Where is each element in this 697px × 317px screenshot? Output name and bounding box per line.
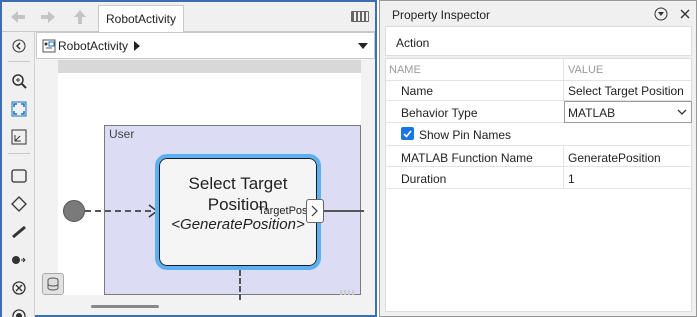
- keyboard-icon[interactable]: [351, 11, 369, 22]
- activity-editor: RobotActivity RobotActivity User Select …: [0, 0, 377, 317]
- section-label: Action: [396, 36, 430, 50]
- show-pin-names-checkbox[interactable]: [401, 127, 414, 140]
- breadcrumb[interactable]: RobotActivity: [36, 32, 375, 59]
- flow-final-node-icon[interactable]: [9, 306, 29, 317]
- checkmark-icon: [403, 129, 412, 138]
- property-value-function[interactable]: GeneratePosition: [568, 151, 661, 165]
- back-arrow-icon[interactable]: [8, 8, 28, 26]
- diagram-canvas[interactable]: User Select Target Position <GeneratePos…: [36, 60, 375, 315]
- breadcrumb-chevron-icon[interactable]: [134, 41, 140, 51]
- breadcrumb-label[interactable]: RobotActivity: [58, 39, 128, 53]
- horizontal-scrollbar[interactable]: [91, 305, 159, 308]
- property-name: Behavior Type: [401, 106, 478, 120]
- zoom-in-icon[interactable]: [9, 71, 29, 91]
- chevron-down-icon[interactable]: [358, 43, 368, 49]
- toolbar-divider: [8, 153, 30, 154]
- navigate-up-icon[interactable]: [9, 127, 29, 147]
- column-divider: [563, 167, 564, 189]
- checkbox-label: Show Pin Names: [419, 128, 512, 142]
- property-row-show-pin-names: Show Pin Names: [386, 123, 691, 145]
- initial-node[interactable]: [63, 200, 85, 222]
- control-flow-line[interactable]: [85, 210, 151, 212]
- col-header-value: VALUE: [568, 64, 604, 76]
- col-header-name: NAME: [389, 64, 421, 76]
- property-name: Name: [401, 84, 434, 98]
- database-icon[interactable]: [42, 273, 64, 295]
- close-icon[interactable]: [678, 7, 692, 21]
- chevron-down-icon: [677, 109, 687, 115]
- chevron-right-icon: [311, 205, 318, 217]
- swimlane-label: User: [109, 127, 135, 141]
- property-value-duration[interactable]: 1: [568, 172, 575, 186]
- control-flow-line-down[interactable]: [239, 270, 241, 300]
- column-divider: [563, 146, 564, 168]
- menu-dropdown-icon[interactable]: [654, 7, 668, 21]
- output-pin[interactable]: [306, 199, 324, 223]
- column-divider: [563, 79, 564, 101]
- property-name: Duration: [401, 172, 447, 186]
- property-inspector: Property Inspector Action NAME VALUE Nam…: [379, 0, 697, 317]
- up-arrow-icon[interactable]: [70, 8, 90, 26]
- object-flow-line[interactable]: [324, 210, 364, 212]
- property-value-name[interactable]: Select Target Position: [568, 84, 684, 98]
- tab-robotactivity[interactable]: RobotActivity: [98, 5, 184, 32]
- initial-node-icon[interactable]: [9, 250, 29, 270]
- forward-arrow-icon[interactable]: [38, 8, 58, 26]
- fork-join-icon[interactable]: [9, 222, 29, 242]
- palette-toolbar: [2, 32, 35, 317]
- behavior-type-select[interactable]: MATLAB: [564, 101, 692, 123]
- activity-diagram-icon: [42, 39, 56, 53]
- property-row-function-name: MATLAB Function Name GeneratePosition: [386, 145, 691, 168]
- property-grid: NAME VALUE Name Select Target Position B…: [385, 58, 692, 312]
- action-function: <GeneratePosition>: [171, 216, 305, 233]
- final-node-icon[interactable]: [9, 278, 29, 298]
- decision-node-icon[interactable]: [9, 194, 29, 214]
- property-row-name: Name Select Target Position: [386, 79, 691, 101]
- inspector-title: Property Inspector: [392, 8, 491, 22]
- property-row-behavior-type: Behavior Type MATLAB: [386, 101, 692, 123]
- toolbar-divider: [8, 61, 30, 62]
- hide-browser-icon[interactable]: [9, 36, 29, 56]
- column-divider: [563, 59, 564, 81]
- fit-view-icon[interactable]: [9, 99, 29, 119]
- editor-tab-bar: RobotActivity: [2, 2, 375, 32]
- grid-header-row: NAME VALUE: [386, 59, 691, 81]
- property-name: MATLAB Function Name: [401, 151, 533, 165]
- property-row-duration: Duration 1: [386, 167, 691, 189]
- canvas-header-strip: [58, 60, 361, 73]
- resize-grip[interactable]: [340, 290, 356, 295]
- section-header-action[interactable]: Action: [385, 26, 692, 56]
- action-node-icon[interactable]: [9, 166, 29, 186]
- select-value: MATLAB: [568, 106, 616, 120]
- pin-label: TargetPos: [258, 205, 308, 217]
- tab-label: RobotActivity: [105, 12, 177, 26]
